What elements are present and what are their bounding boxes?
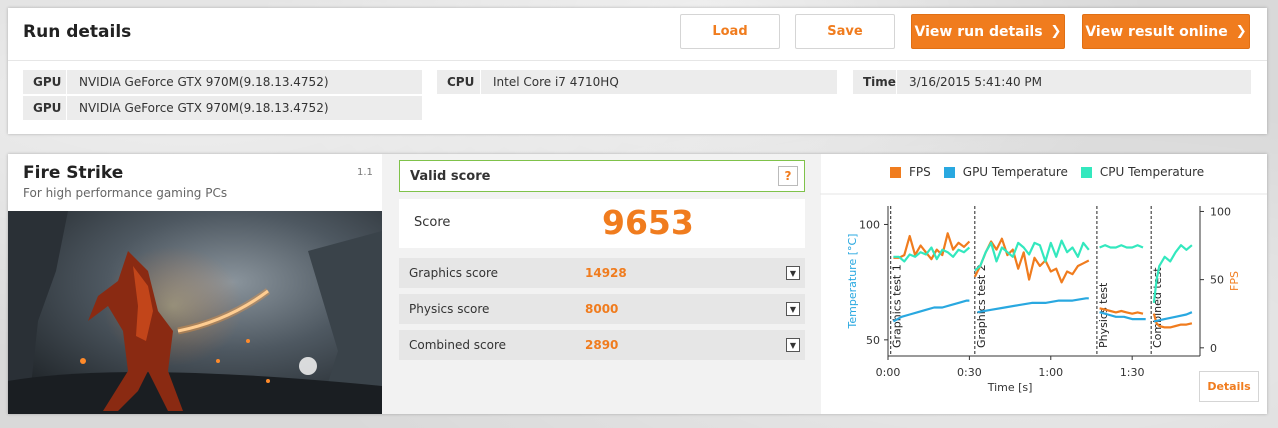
score-value: 9653 [602,203,694,242]
gpu-key: GPU [23,70,67,94]
fps-line [893,232,971,261]
combined-score-value: 2890 [585,338,619,352]
y-tick-label: 50 [866,334,880,347]
graphics-score-label: Graphics score [409,266,499,280]
cpu-info-row: CPU Intel Core i7 4710HQ [437,70,837,94]
load-button-label: Load [712,24,748,39]
x-tick-label: 1:30 [1120,366,1145,379]
details-button[interactable]: Details [1199,371,1259,402]
chart-legend: FPS GPU Temperature CPU Temperature [890,165,1217,179]
physics-score-value: 8000 [585,302,619,316]
run-details-panel: Run details Load Save View run details ❯… [8,8,1267,134]
section-label: Graphics test 1 [891,264,904,348]
view-run-details-button[interactable]: View run details ❯ [911,14,1065,49]
score-box: Score 9653 [399,199,805,248]
chevron-down-icon[interactable]: ▼ [786,266,800,280]
chevron-right-icon: ❯ [1235,24,1247,39]
chevron-right-icon: ❯ [1050,24,1062,39]
run-details-title: Run details [23,22,132,42]
gpu-info-row: GPU NVIDIA GeForce GTX 970M(9.18.13.4752… [23,96,422,120]
valid-score-label: Valid score [410,168,491,184]
benchmark-name: Fire Strike [23,163,124,183]
x-axis-label: Time [s] [987,381,1033,394]
gpu-temperature-line [977,297,1089,314]
cpu-value: Intel Core i7 4710HQ [493,75,619,89]
gpu-info-row: GPU NVIDIA GeForce GTX 970M(9.18.13.4752… [23,70,422,94]
y-tick-label: 100 [859,218,880,231]
benchmark-artwork [8,211,382,414]
time-info-row: Time 3/16/2015 5:41:40 PM [853,70,1251,94]
save-button[interactable]: Save [795,14,895,49]
help-glyph: ? [784,169,792,183]
chevron-down-icon[interactable]: ▼ [786,338,800,352]
view-result-online-label: View result online [1085,23,1228,40]
chevron-down-icon[interactable]: ▼ [786,302,800,316]
y2-tick-label: 0 [1210,342,1217,355]
legend-item-cpu-temp: CPU Temperature [1080,165,1205,179]
help-icon[interactable]: ? [778,166,798,186]
y2-tick-label: 50 [1210,274,1224,287]
graphics-score-value: 14928 [585,266,627,280]
run-details-header: Run details Load Save View run details ❯… [8,8,1267,61]
legend-label-gpu-temp: GPU Temperature [962,165,1068,179]
physics-score-label: Physics score [409,302,490,316]
y2-tick-label: 100 [1210,205,1231,218]
valid-score-bar: Valid score [399,160,805,192]
gpu-key: GPU [23,96,67,120]
y2-axis-label: FPS [1228,271,1241,291]
details-label: Details [1207,380,1251,393]
gpu-temperature-line [892,299,970,323]
legend-swatch-cpu-temp [1080,166,1092,178]
graphics-score-row[interactable]: Graphics score 14928 ▼ [399,258,805,288]
x-tick-label: 0:00 [876,366,901,379]
legend-swatch-gpu-temp [943,166,955,178]
gpu-value: NVIDIA GeForce GTX 970M(9.18.13.4752) [79,75,329,89]
legend-label-fps: FPS [909,165,931,179]
x-tick-label: 1:00 [1038,366,1063,379]
save-button-label: Save [827,24,863,39]
gpu-value: NVIDIA GeForce GTX 970M(9.18.13.4752) [79,101,329,115]
legend-swatch-fps [890,166,901,178]
benchmark-subtitle: For high performance gaming PCs [23,186,228,200]
view-run-details-label: View run details [914,23,1043,40]
physics-score-row[interactable]: Physics score 8000 ▼ [399,294,805,324]
y-axis-label: Temperature [°C] [846,234,859,330]
view-result-online-button[interactable]: View result online ❯ [1082,14,1250,49]
legend-item-gpu-temp: GPU Temperature [943,165,1068,179]
section-label: Graphics test 2 [975,264,988,348]
benchmark-info: Fire Strike For high performance gaming … [8,154,382,414]
benchmark-version: 1.1 [357,167,373,178]
score-column: Valid score ? Score 9653 Graphics score … [382,154,820,414]
cpu-temperature-line [1099,244,1144,249]
x-tick-label: 0:30 [957,366,982,379]
load-button[interactable]: Load [680,14,780,49]
combined-score-label: Combined score [409,338,507,352]
score-label: Score [414,215,451,230]
monitoring-chart: 0:00 0:30 1:00 1:30 Time [s] 100 50 100 50 0 Tempe… [820,154,1267,414]
cpu-key: CPU [437,70,481,94]
time-value: 3/16/2015 5:41:40 PM [909,75,1043,89]
time-key: Time [853,70,897,94]
legend-label-cpu-temp: CPU Temperature [1099,165,1205,179]
benchmark-result-panel: Fire Strike For high performance gaming … [8,154,1267,414]
legend-item-fps: FPS [890,165,931,179]
combined-score-row[interactable]: Combined score 2890 ▼ [399,330,805,360]
